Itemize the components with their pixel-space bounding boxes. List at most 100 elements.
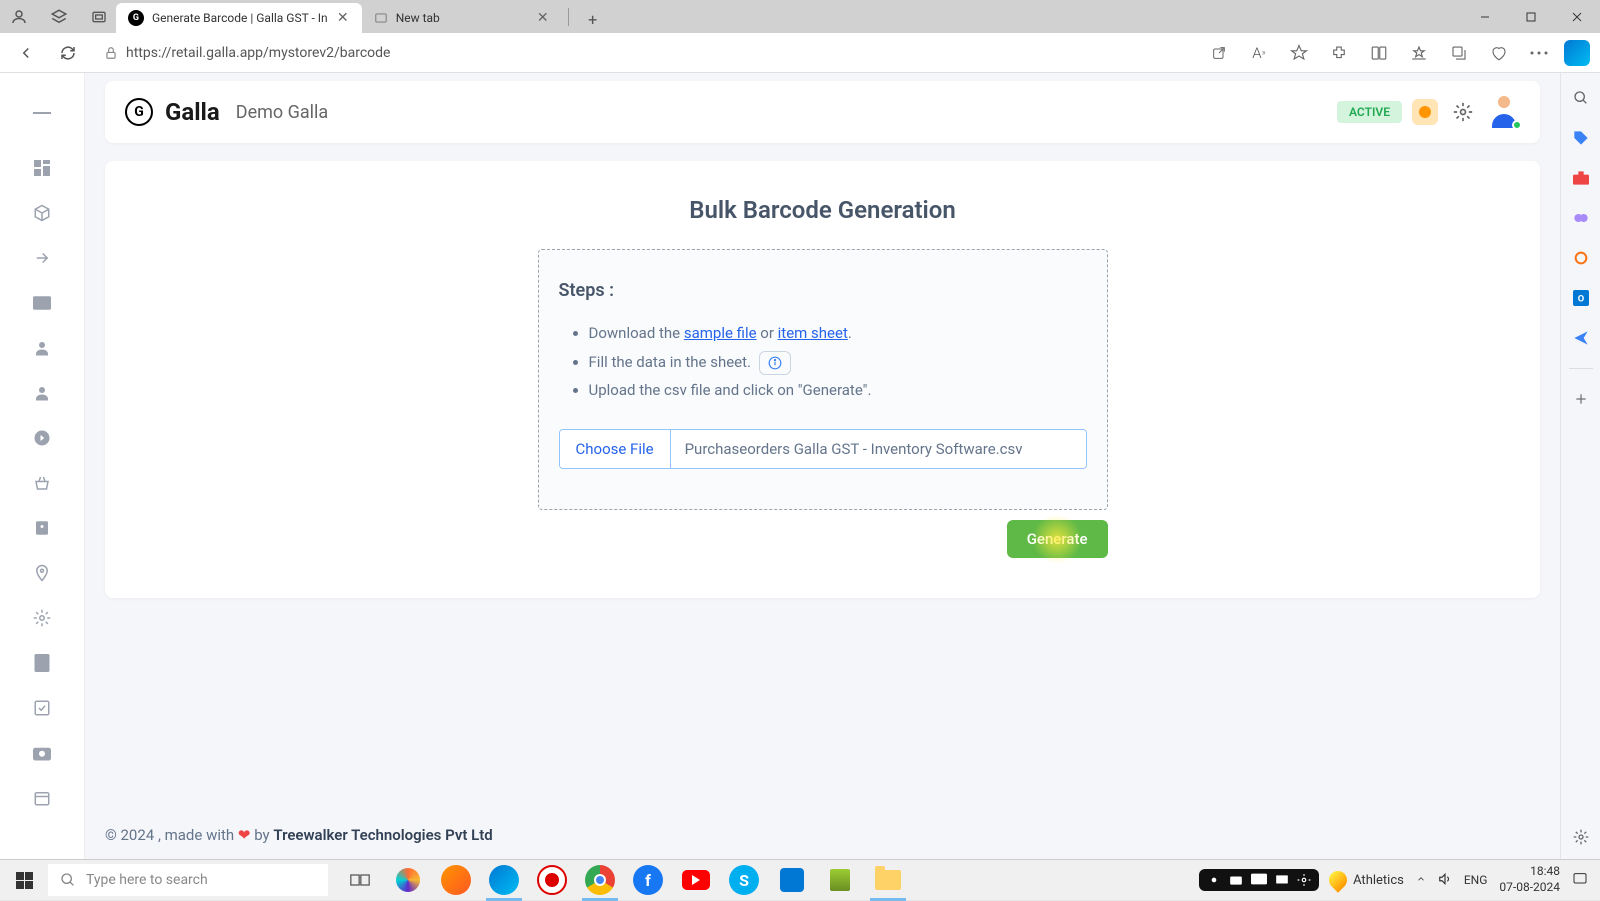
more-icon[interactable]	[1524, 38, 1554, 68]
favorites-list-icon[interactable]	[1404, 38, 1434, 68]
language-indicator[interactable]: ENG	[1464, 873, 1488, 887]
facebook-icon[interactable]: f	[626, 860, 670, 901]
store-icon[interactable]	[770, 860, 814, 901]
basket-icon[interactable]	[32, 473, 52, 493]
close-icon[interactable]: ✕	[336, 11, 350, 25]
arrow-icon[interactable]	[32, 248, 52, 268]
status-badge: ACTIVE	[1337, 101, 1402, 123]
user2-icon[interactable]	[32, 383, 52, 403]
explorer-icon[interactable]	[866, 860, 910, 901]
contacts-icon[interactable]	[32, 518, 52, 538]
app-icon[interactable]	[818, 860, 862, 901]
step-item: Download the sample file or item sheet.	[589, 319, 1087, 348]
back-button[interactable]	[10, 37, 42, 69]
info-icon[interactable]	[759, 351, 791, 375]
refresh-button[interactable]	[52, 37, 84, 69]
steps-heading: Steps :	[559, 280, 1087, 301]
toolbox-icon[interactable]	[1571, 168, 1591, 188]
edge-settings-icon[interactable]	[1571, 827, 1591, 847]
calendar-icon[interactable]	[32, 788, 52, 808]
shopping-tag-icon[interactable]	[1571, 128, 1591, 148]
store-name: Demo Galla	[236, 102, 328, 123]
notification-badge[interactable]	[1412, 99, 1438, 125]
url-text: https://retail.galla.app/mystorev2/barco…	[126, 45, 390, 61]
sample-file-link[interactable]: sample file	[684, 324, 757, 342]
favorite-icon[interactable]	[1284, 38, 1314, 68]
divider	[1569, 368, 1593, 369]
camera-capture-icon	[1229, 873, 1243, 887]
windows-icon	[16, 872, 33, 889]
new-tab-button[interactable]: +	[579, 5, 607, 33]
edge-icon[interactable]	[482, 860, 526, 901]
generate-label: Generate	[1027, 530, 1088, 548]
maximize-button[interactable]	[1508, 0, 1554, 33]
file-name-display: Purchaseorders Galla GST - Inventory Sof…	[671, 430, 1086, 468]
location-icon[interactable]	[32, 563, 52, 583]
weather-icon	[1325, 867, 1350, 892]
report-icon[interactable]	[32, 653, 52, 673]
clock[interactable]: 18:48 07-08-2024	[1499, 864, 1560, 895]
choose-file-button[interactable]: Choose File	[560, 430, 671, 468]
minimize-button[interactable]	[1462, 0, 1508, 33]
start-button[interactable]	[0, 860, 48, 901]
step-item: Upload the csv file and click on "Genera…	[589, 376, 1087, 405]
chevron-up-icon[interactable]	[1416, 873, 1426, 887]
read-aloud-icon[interactable]: A»	[1244, 38, 1274, 68]
dashboard-icon[interactable]	[32, 158, 52, 178]
check-icon[interactable]	[32, 698, 52, 718]
forward-icon[interactable]	[32, 428, 52, 448]
tab-actions-icon[interactable]	[90, 8, 108, 26]
browser-titlebar: G Generate Barcode | Galla GST - In ✕ Ne…	[0, 0, 1600, 33]
browser-essentials-icon[interactable]	[1484, 38, 1514, 68]
user-icon[interactable]	[32, 338, 52, 358]
browser-tab-active[interactable]: G Generate Barcode | Galla GST - In ✕	[116, 3, 362, 33]
taskbar-search[interactable]: Type here to search	[48, 864, 328, 896]
chrome-icon[interactable]	[578, 860, 622, 901]
firefox-icon[interactable]	[434, 860, 478, 901]
task-view-button[interactable]	[338, 860, 382, 901]
step-text: Fill the data in the sheet.	[589, 353, 751, 371]
favicon-icon: G	[128, 10, 144, 26]
lock-icon	[104, 46, 118, 60]
tab-divider	[568, 8, 569, 26]
capture-icon	[1207, 873, 1221, 887]
copilot-taskbar-icon[interactable]	[386, 860, 430, 901]
search-icon[interactable]	[1571, 88, 1591, 108]
outlook-icon[interactable]: O	[1571, 288, 1591, 308]
step-text: Upload the csv file and click on "Genera…	[589, 381, 872, 399]
browser-tab[interactable]: New tab ✕	[362, 3, 562, 33]
record-icon[interactable]	[530, 860, 574, 901]
profile-icon[interactable]	[10, 8, 28, 26]
games-icon[interactable]	[1571, 208, 1591, 228]
step-text: Download the	[589, 324, 684, 342]
external-link-icon[interactable]	[1204, 38, 1234, 68]
file-input[interactable]: Choose File Purchaseorders Galla GST - I…	[559, 429, 1087, 469]
extensions-icon[interactable]	[1324, 38, 1354, 68]
generate-button[interactable]: Generate	[1007, 520, 1108, 558]
url-input[interactable]: https://retail.galla.app/mystorev2/barco…	[94, 38, 1194, 68]
xbox-game-bar[interactable]	[1199, 869, 1319, 891]
send-icon[interactable]	[1571, 328, 1591, 348]
settings-icon[interactable]	[32, 608, 52, 628]
youtube-icon[interactable]	[674, 860, 718, 901]
collections-icon[interactable]	[1444, 38, 1474, 68]
step-item: Fill the data in the sheet.	[589, 348, 1087, 377]
menu-icon[interactable]	[32, 103, 52, 123]
ticket-icon[interactable]	[32, 293, 52, 313]
add-icon[interactable]	[1571, 389, 1591, 409]
user-avatar[interactable]	[1488, 96, 1520, 128]
camera-icon[interactable]	[32, 743, 52, 763]
copilot-icon[interactable]	[1564, 40, 1590, 66]
close-icon[interactable]: ✕	[536, 11, 550, 25]
sound-icon[interactable]	[1438, 872, 1452, 889]
item-sheet-link[interactable]: item sheet	[778, 324, 848, 342]
office-icon[interactable]	[1571, 248, 1591, 268]
workspaces-icon[interactable]	[50, 8, 68, 26]
header-settings-button[interactable]	[1448, 97, 1478, 127]
close-window-button[interactable]	[1554, 0, 1600, 33]
split-screen-icon[interactable]	[1364, 38, 1394, 68]
products-icon[interactable]	[32, 203, 52, 223]
weather-widget[interactable]: Athletics	[1329, 871, 1404, 889]
notifications-icon[interactable]	[1572, 871, 1588, 890]
skype-icon[interactable]: S	[722, 860, 766, 901]
